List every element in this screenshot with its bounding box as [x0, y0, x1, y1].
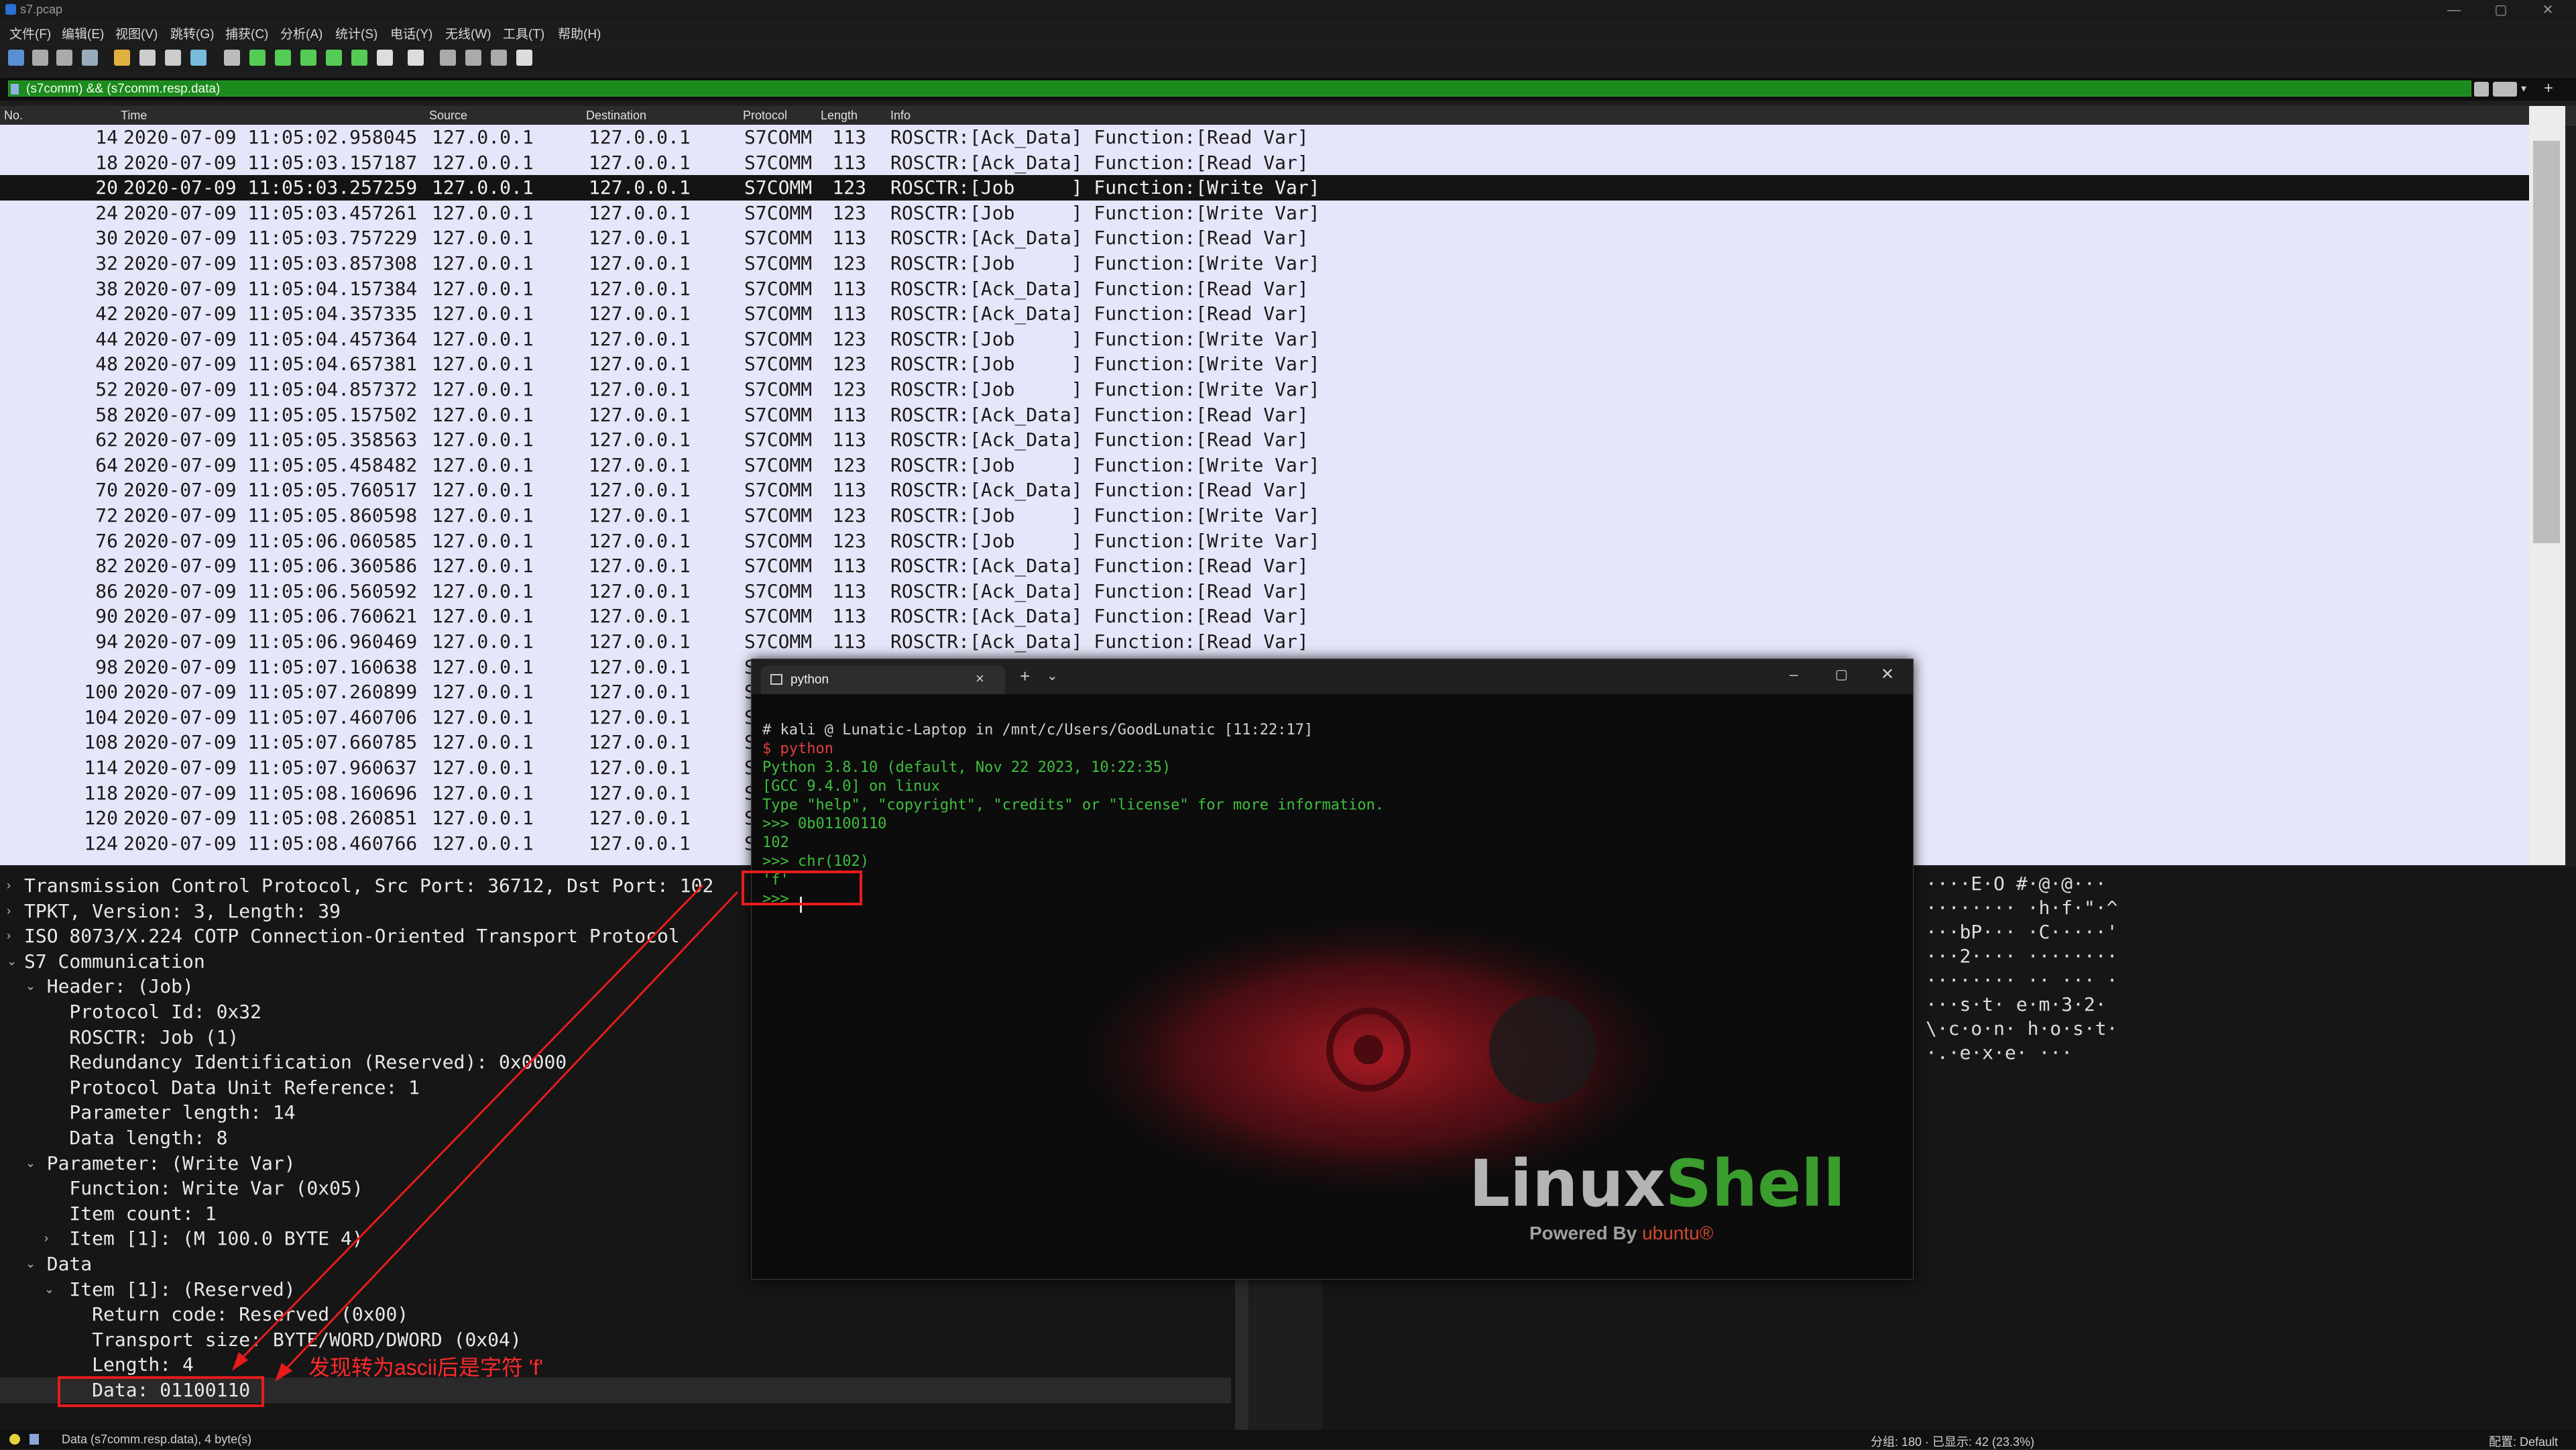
- annotation-label: 发现转为ascii后是字符 'f': [308, 1355, 544, 1380]
- expert-info-icon[interactable]: [9, 1434, 20, 1445]
- status-bar: Data (s7comm.resp.data), 4 byte(s) 分组: 1…: [0, 1430, 2576, 1449]
- status-field-info: Data (s7comm.resp.data), 4 byte(s): [62, 1433, 252, 1446]
- capture-comment-icon[interactable]: [30, 1434, 39, 1445]
- status-packet-count: 分组: 180 · 已显示: 42 (23.3%): [1871, 1435, 2035, 1449]
- annotation-arrows: [232, 884, 739, 1382]
- status-profile[interactable]: 配置: Default: [2489, 1433, 2558, 1450]
